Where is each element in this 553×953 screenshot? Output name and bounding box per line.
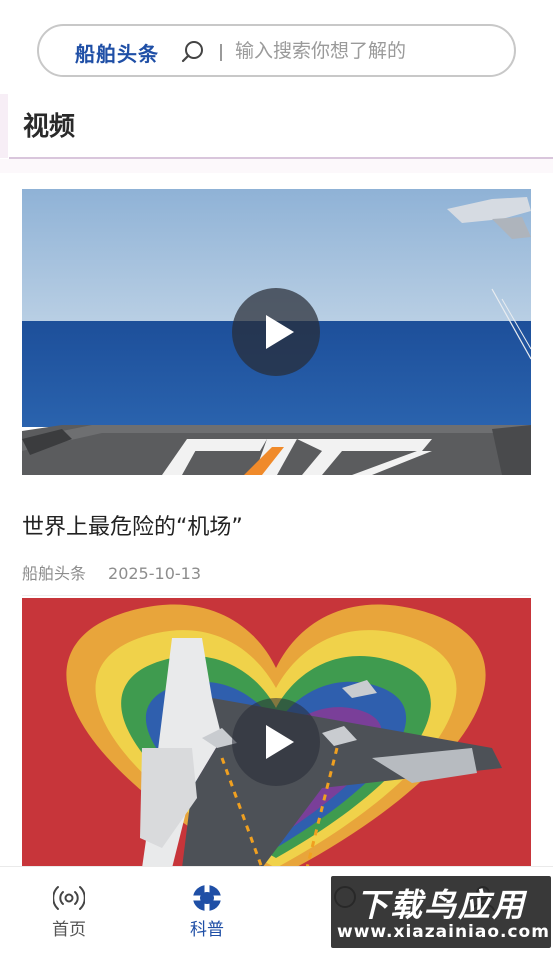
tab-home[interactable]: 首页 xyxy=(0,867,138,953)
play-button[interactable] xyxy=(232,288,320,376)
video-thumbnail[interactable] xyxy=(22,598,531,868)
brand-label: 船舶头条 xyxy=(75,42,159,66)
video-thumbnail[interactable] xyxy=(22,189,531,475)
card-divider xyxy=(22,595,531,596)
science-icon xyxy=(193,885,221,911)
video-source: 船舶头条 xyxy=(22,564,87,583)
search-icon[interactable] xyxy=(180,39,206,65)
search-bar[interactable]: 船舶头条 xyxy=(37,24,516,77)
video-meta: 船舶头条 2025-10-13 xyxy=(22,560,201,584)
app-screen: 船舶头条 视频 xyxy=(0,0,553,953)
watermark-url: www.xiazainiao.com xyxy=(337,922,550,942)
play-button[interactable] xyxy=(232,698,320,786)
tab-science-label: 科普 xyxy=(190,920,224,940)
section-shade xyxy=(0,159,553,173)
section-title: 视频 xyxy=(23,112,76,142)
tab-science[interactable]: 科普 xyxy=(138,867,276,953)
search-header: 船舶头条 xyxy=(0,0,553,98)
tab-home-label: 首页 xyxy=(52,920,86,940)
search-input[interactable] xyxy=(235,36,505,66)
broadcast-icon xyxy=(53,886,85,910)
play-icon xyxy=(266,725,294,759)
section-accent xyxy=(0,94,8,158)
section-header: 视频 xyxy=(0,94,553,174)
search-divider xyxy=(220,44,222,61)
video-date: 2025-10-13 xyxy=(108,564,201,583)
watermark-title: 下载鸟应用 xyxy=(355,886,526,924)
video-title[interactable]: 世界上最危险的“机场” xyxy=(22,509,243,541)
watermark-logo: 下载鸟应用 www.xiazainiao.com xyxy=(331,876,551,948)
play-icon xyxy=(266,315,294,349)
